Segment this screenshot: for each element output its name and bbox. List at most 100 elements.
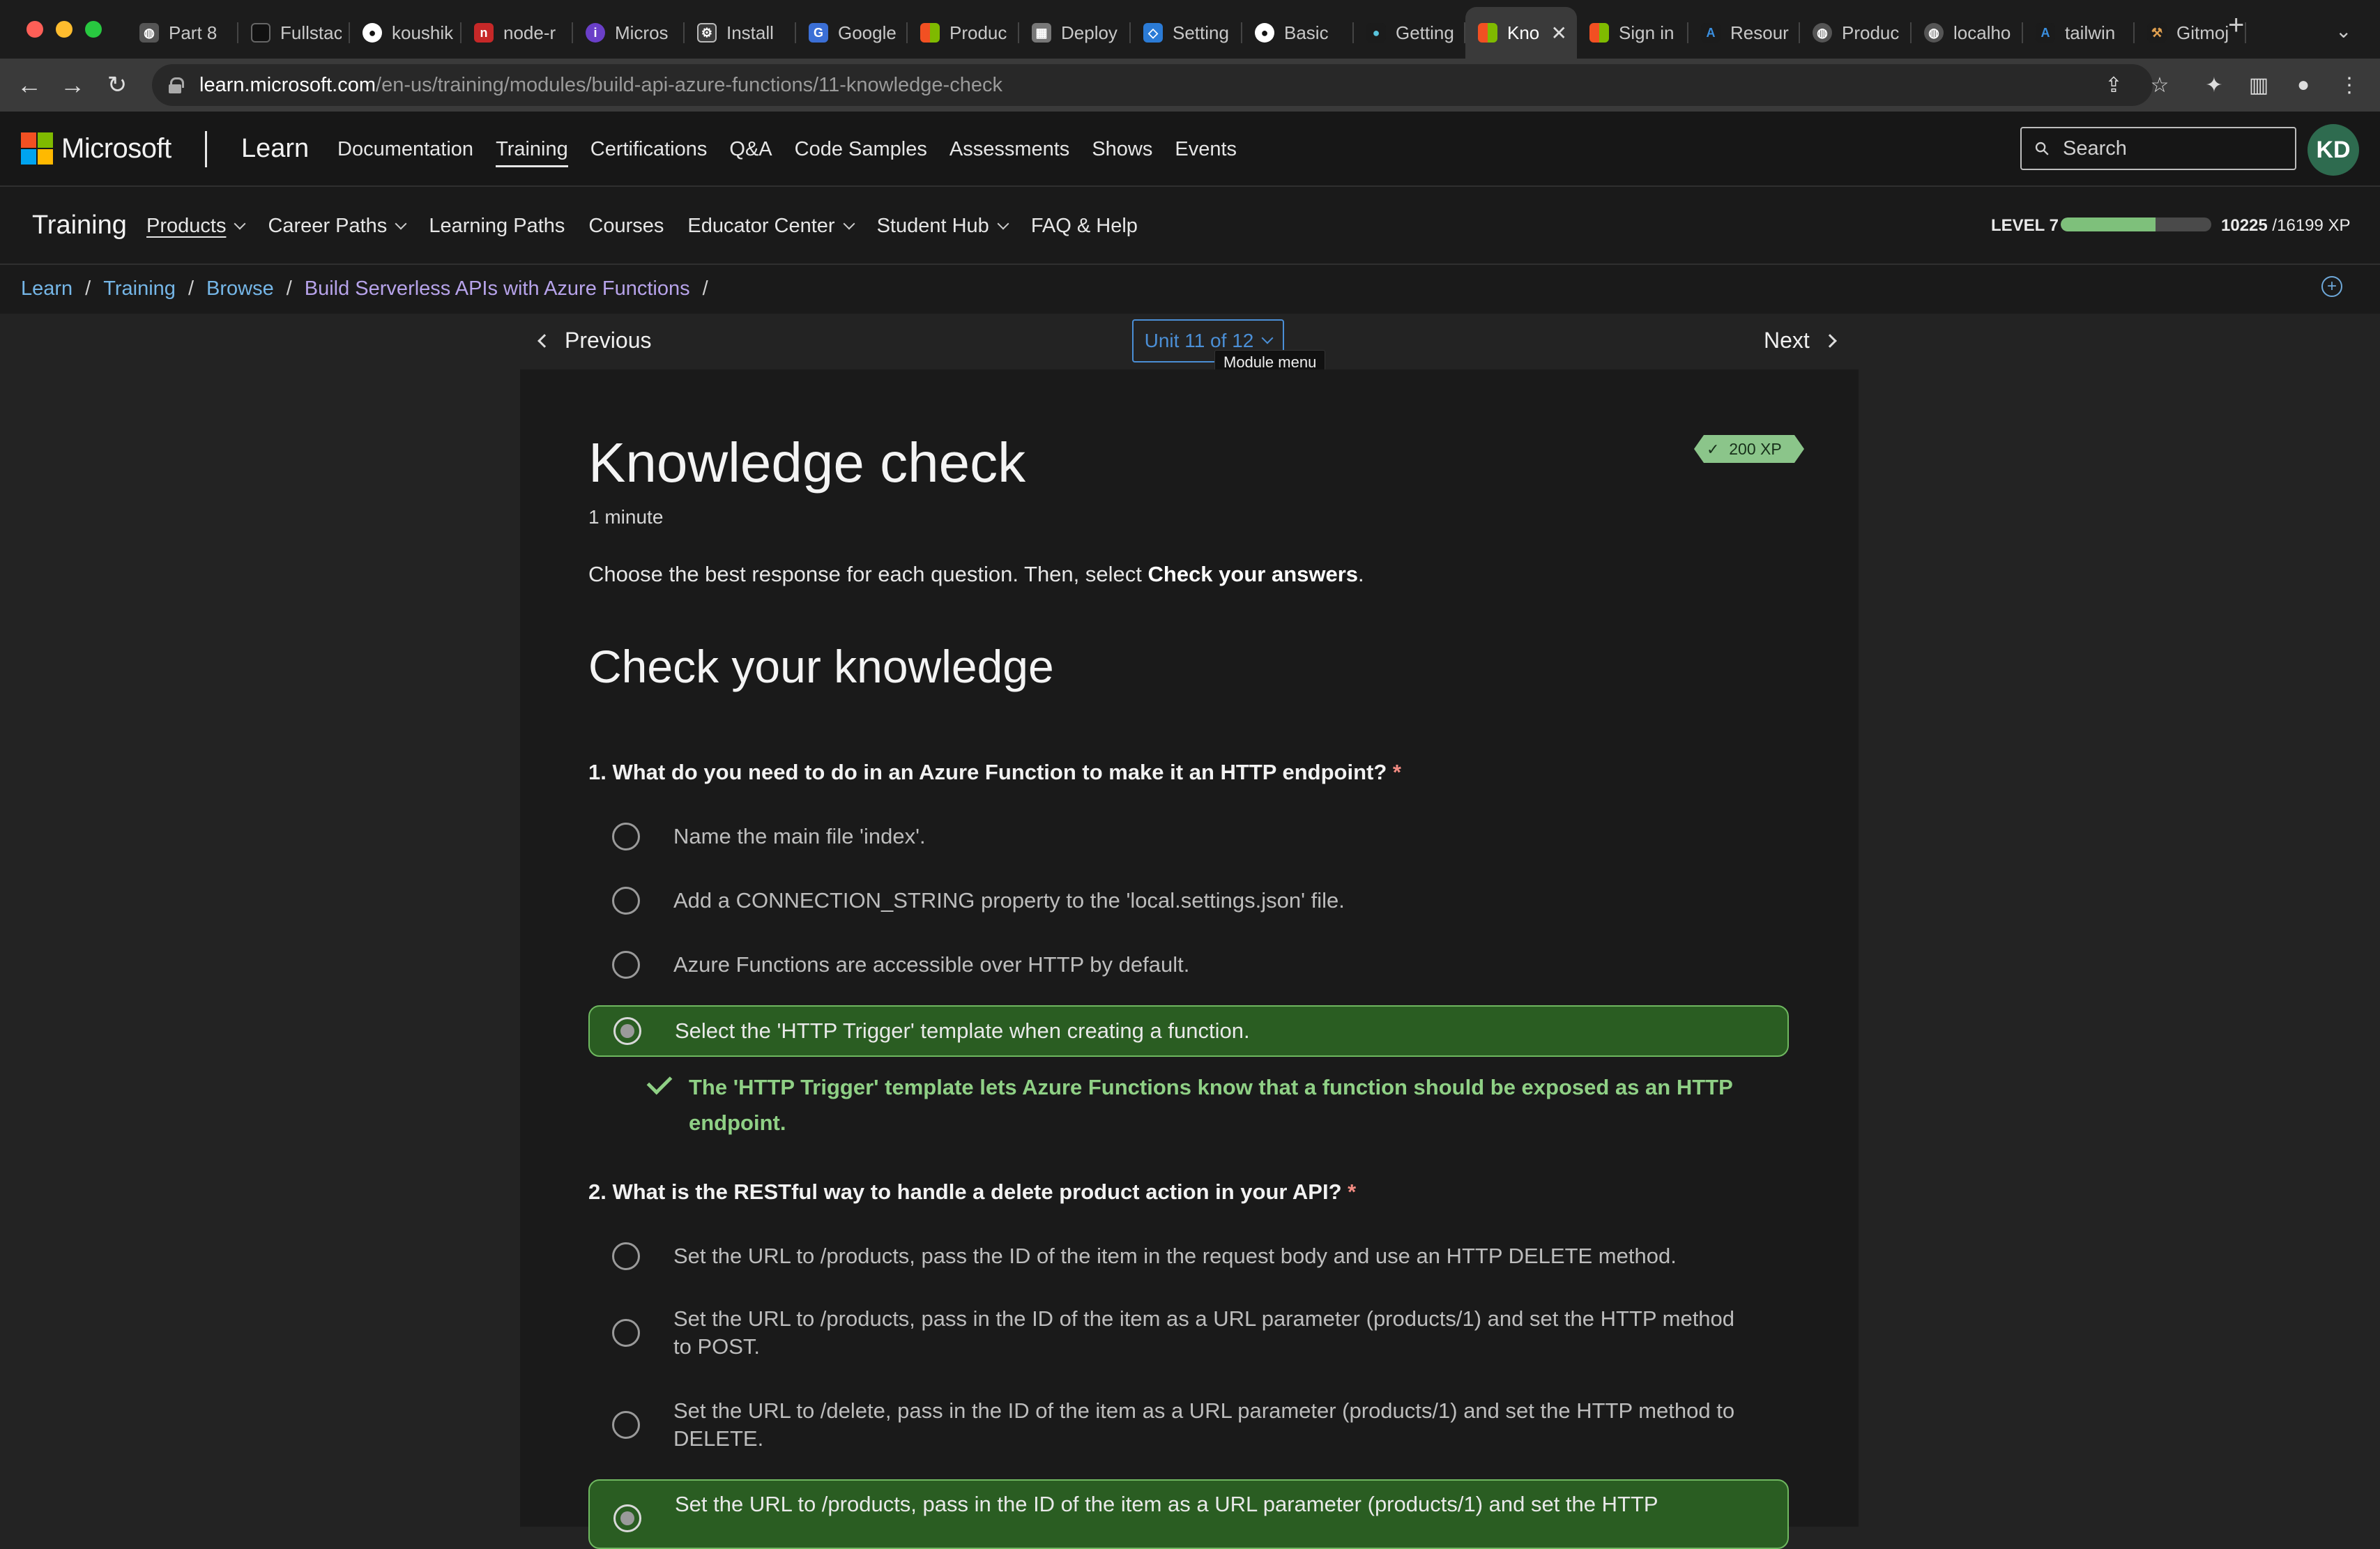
radio-button[interactable]: [612, 1319, 640, 1347]
radio-button[interactable]: [612, 1242, 640, 1270]
xp-progress-bar: [2061, 218, 2211, 231]
close-tab-icon[interactable]: ✕: [1551, 22, 1567, 45]
radio-button-selected[interactable]: [613, 1017, 641, 1045]
reload-icon[interactable]: ↻: [100, 68, 134, 102]
radio-button[interactable]: [612, 887, 640, 915]
q2-option-4-selected[interactable]: Set the URL to /products, pass in the ID…: [588, 1479, 1789, 1549]
subnav-courses[interactable]: Courses: [588, 215, 664, 238]
checkmark-icon: [646, 1069, 673, 1095]
chevron-down-icon: [843, 218, 855, 229]
browser-tab-strip: ◍Part 8 Fullstack ●koushik nnode-r iMicr…: [0, 0, 2380, 59]
subnav-learning-paths[interactable]: Learning Paths: [429, 215, 565, 238]
xp-badge: ✓ 200 XP: [1694, 435, 1804, 463]
q2-option-1[interactable]: Set the URL to /products, pass the ID of…: [588, 1235, 1789, 1277]
previous-unit-button[interactable]: Previous: [537, 328, 652, 353]
microsoft-logo[interactable]: Microsoft: [21, 132, 171, 165]
radio-button[interactable]: [612, 823, 640, 850]
browser-tab[interactable]: n node-r: [461, 7, 573, 59]
globe-icon: ◍: [1813, 23, 1832, 43]
microsoft-icon: [920, 23, 940, 43]
next-unit-button[interactable]: Next: [1764, 328, 1837, 353]
side-panel-icon[interactable]: ▥: [2242, 68, 2275, 102]
nav-documentation[interactable]: Documentation: [337, 138, 473, 167]
browser-tab[interactable]: ⚙ Install: [685, 7, 796, 59]
training-home-link[interactable]: Training: [32, 211, 127, 241]
q2-option-2[interactable]: Set the URL to /products, pass in the ID…: [588, 1299, 1789, 1366]
subnav-student-hub[interactable]: Student Hub: [877, 215, 1009, 238]
browser-tab-active[interactable]: Kno ✕: [1465, 7, 1577, 59]
nav-assessments[interactable]: Assessments: [949, 138, 1069, 167]
browser-tab[interactable]: ● Basic: [1242, 7, 1354, 59]
nav-shows[interactable]: Shows: [1092, 138, 1152, 167]
profile-icon[interactable]: ●: [2287, 68, 2320, 102]
subnav-faq-help[interactable]: FAQ & Help: [1031, 215, 1138, 238]
browser-tab[interactable]: ● koushik: [350, 7, 461, 59]
share-icon[interactable]: ⇪: [2097, 68, 2130, 102]
browser-tab[interactable]: ◍ Part 8: [127, 7, 238, 59]
bookmark-star-icon[interactable]: ☆: [2143, 68, 2176, 102]
nav-qa[interactable]: Q&A: [729, 138, 772, 167]
radio-button[interactable]: [612, 1411, 640, 1439]
radio-button-selected[interactable]: [613, 1504, 641, 1532]
q1-option-4-selected[interactable]: Select the 'HTTP Trigger' template when …: [588, 1005, 1789, 1057]
fullstack-icon: [251, 23, 270, 43]
nav-certifications[interactable]: Certifications: [590, 138, 708, 167]
microsoft-icon: [1589, 23, 1609, 43]
back-arrow-icon[interactable]: ←: [13, 68, 46, 102]
search-input[interactable]: ⚲ Search: [2020, 127, 2296, 170]
browser-tab[interactable]: Atailwin: [2023, 7, 2135, 59]
zoom-window-button[interactable]: [85, 21, 102, 38]
microsoft-icon: [1478, 23, 1497, 43]
search-icon: ⚲: [2029, 136, 2054, 160]
nav-code-samples[interactable]: Code Samples: [795, 138, 927, 167]
browser-tab[interactable]: ◇ Setting: [1131, 7, 1242, 59]
address-bar[interactable]: learn.microsoft.com/en-us/training/modul…: [152, 64, 2153, 106]
translate-icon: G: [809, 23, 828, 43]
content-card: Knowledge check 1 minute ✓ 200 XP Choose…: [520, 369, 1859, 1549]
browser-tab[interactable]: G Google: [796, 7, 908, 59]
radio-button[interactable]: [612, 951, 640, 979]
add-collection-icon[interactable]: +: [2321, 276, 2342, 297]
breadcrumb-training[interactable]: Training: [103, 277, 176, 300]
site-header: Microsoft Learn Documentation Training C…: [0, 112, 2380, 187]
q1-option-3[interactable]: Azure Functions are accessible over HTTP…: [588, 944, 1789, 986]
close-window-button[interactable]: [26, 21, 43, 38]
breadcrumb-browse[interactable]: Browse: [206, 277, 274, 300]
breadcrumb-learn[interactable]: Learn: [21, 277, 73, 300]
browser-tab[interactable]: Produc: [908, 7, 1019, 59]
browser-tab[interactable]: ● Getting: [1354, 7, 1465, 59]
chevron-right-icon: [1822, 333, 1837, 348]
browser-toolbar: ← → ↻ learn.microsoft.com/en-us/training…: [0, 59, 2380, 112]
q1-option-1[interactable]: Name the main file 'index'.: [588, 816, 1789, 857]
browser-tab[interactable]: ◍ localho: [1912, 7, 2023, 59]
forward-arrow-icon[interactable]: →: [56, 68, 89, 102]
question-1: 1. What do you need to do in an Azure Fu…: [588, 760, 1401, 784]
learn-home-link[interactable]: Learn: [241, 134, 309, 164]
browser-tab[interactable]: ▦ Deploy: [1019, 7, 1131, 59]
new-tab-button[interactable]: +: [2228, 10, 2244, 41]
extensions-puzzle-icon[interactable]: ✦: [2197, 68, 2231, 102]
nav-events[interactable]: Events: [1175, 138, 1237, 167]
minimize-window-button[interactable]: [56, 21, 73, 38]
browser-tab[interactable]: Fullstack: [238, 7, 350, 59]
vscode-icon: ◇: [1143, 23, 1163, 43]
react-icon: ●: [1366, 23, 1386, 43]
azure-icon: A: [2036, 23, 2055, 43]
subnav-career-paths[interactable]: Career Paths: [268, 215, 407, 238]
breadcrumb-module[interactable]: Build Serverless APIs with Azure Functio…: [305, 277, 690, 300]
browser-tab[interactable]: Sign in: [1577, 7, 1688, 59]
subnav-educator-center[interactable]: Educator Center: [687, 215, 855, 238]
browser-tab[interactable]: i Micros: [573, 7, 685, 59]
instructions: Choose the best response for each questi…: [588, 562, 1364, 586]
browser-tab[interactable]: A Resour: [1688, 7, 1800, 59]
url-path: /en-us/training/modules/build-api-azure-…: [376, 73, 1002, 96]
chevron-left-icon: [537, 333, 551, 348]
subnav-products[interactable]: Products: [146, 215, 246, 238]
q2-option-3[interactable]: Set the URL to /delete, pass in the ID o…: [588, 1391, 1789, 1458]
more-menu-icon[interactable]: ⋮: [2333, 68, 2366, 102]
tab-search-chevron-icon[interactable]: ⌄: [2335, 20, 2351, 43]
browser-tab[interactable]: ◍ Produc: [1800, 7, 1912, 59]
avatar[interactable]: KD: [2307, 124, 2359, 176]
nav-training[interactable]: Training: [496, 138, 568, 167]
q1-option-2[interactable]: Add a CONNECTION_STRING property to the …: [588, 880, 1789, 922]
